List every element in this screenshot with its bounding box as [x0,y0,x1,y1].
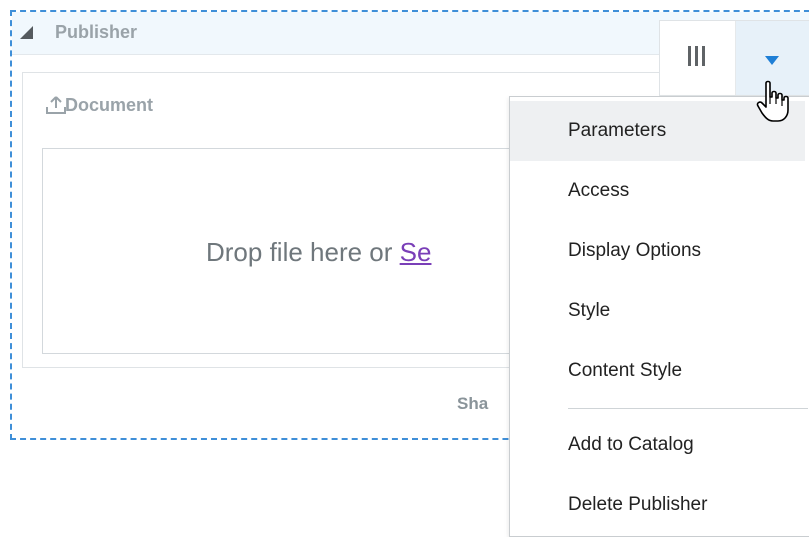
share-button[interactable]: Sha [457,394,488,414]
columns-icon [688,46,708,66]
menu-item-delete-publisher[interactable]: Delete Publisher [510,475,805,535]
publisher-options-menu: Parameters Access Display Options Style … [509,96,809,537]
document-title: Document [65,95,154,115]
menu-item-add-to-catalog[interactable]: Add to Catalog [510,415,805,475]
upload-icon [46,96,66,114]
drop-text-prefix: Drop file here or [206,237,400,267]
publisher-title: Publisher [55,22,138,42]
menu-divider [568,408,808,409]
hand-cursor-icon [756,80,789,122]
menu-item-style[interactable]: Style [510,281,805,341]
menu-item-content-style[interactable]: Content Style [510,341,805,401]
dropdown-arrow-icon [765,56,779,65]
collapse-triangle-icon[interactable] [20,26,33,39]
menu-item-display-options[interactable]: Display Options [510,221,805,281]
drop-zone-text: Drop file here or Se [206,237,431,268]
menu-item-access[interactable]: Access [510,161,805,221]
page: Publisher Document Drop file here or Se … [0,0,809,537]
select-file-link[interactable]: Se [400,237,432,267]
columns-button[interactable] [660,21,736,95]
